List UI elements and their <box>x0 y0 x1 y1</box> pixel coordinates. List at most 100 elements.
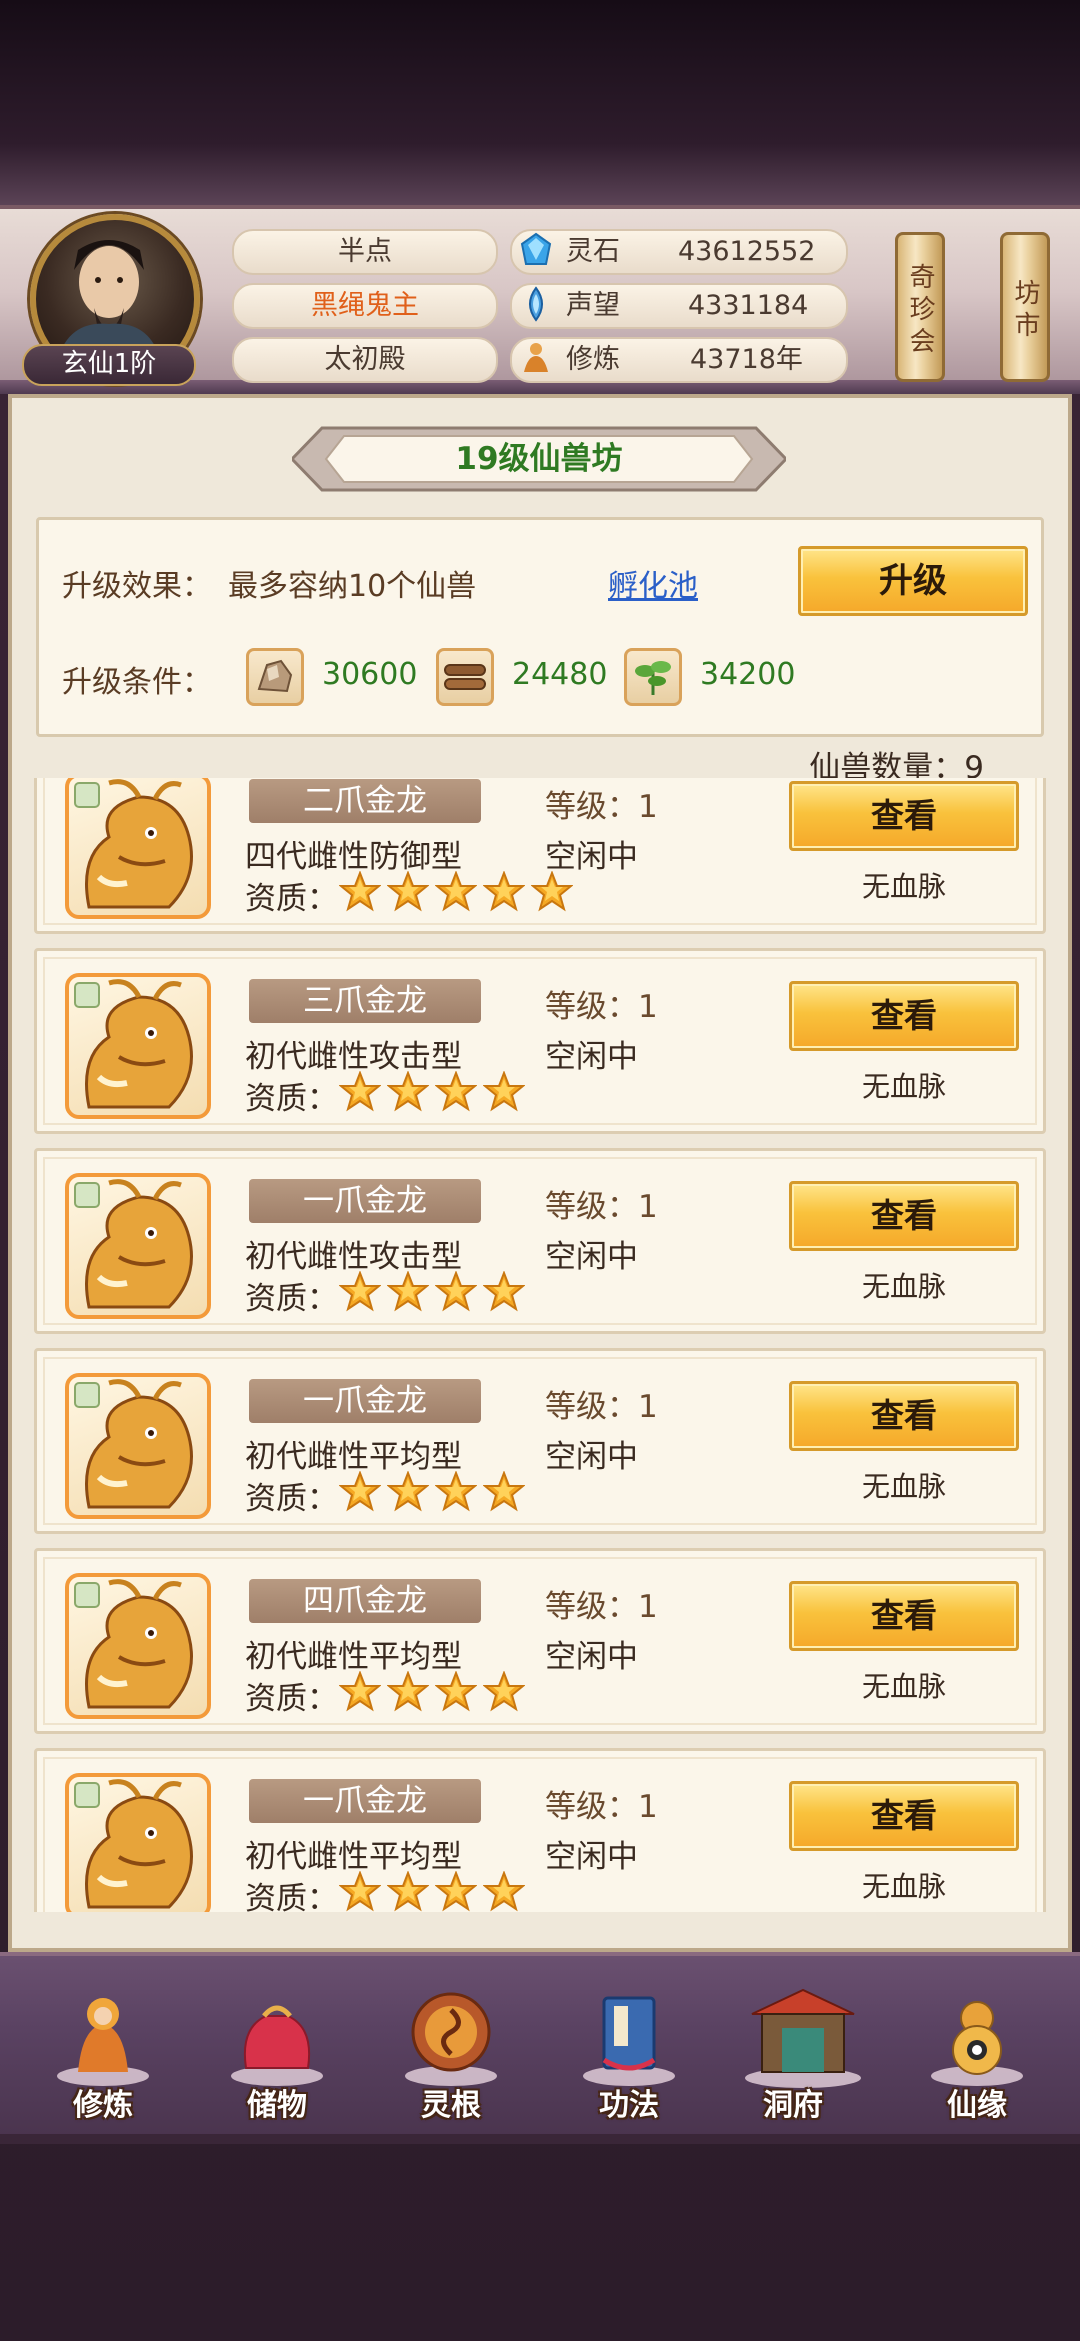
star-icon <box>338 1670 382 1712</box>
beast-quality-label: 资质： <box>245 1881 338 1912</box>
quality-star <box>386 1670 435 1717</box>
nav-technique[interactable]: 功法 <box>554 1980 704 2123</box>
star-icon <box>386 1470 430 1512</box>
panel-title: 19级仙兽坊 <box>455 441 623 477</box>
beast-portrait[interactable] <box>65 1773 211 1912</box>
nav-fortune[interactable]: 仙缘 <box>902 1980 1052 2123</box>
star-icon <box>482 870 526 912</box>
treasure-auction-button[interactable]: 奇珍会 <box>895 232 945 382</box>
beast-quality-stars <box>338 1870 531 1912</box>
cave-mansion-icon <box>745 1988 861 2088</box>
beast-level: 等级：1 <box>545 1781 658 1826</box>
view-beast-button[interactable]: 查看 <box>789 1181 1019 1251</box>
beast-type: 四代雌性防御型 <box>245 839 462 875</box>
beast-level: 等级：1 <box>545 781 658 826</box>
beast-row[interactable]: 一爪金龙 初代雌性平均型 资质： 等级：1 空闲中 查看 无血脉 <box>34 1348 1046 1534</box>
quality-star <box>434 1870 483 1912</box>
cultivation-label: 修炼 <box>566 344 620 375</box>
beast-type: 初代雌性攻击型 <box>245 1239 462 1275</box>
beast-status: 空闲中 <box>545 839 638 875</box>
player-sect[interactable]: 太初殿 <box>232 337 498 383</box>
player-name[interactable]: 半点 <box>232 229 498 275</box>
beast-portrait[interactable] <box>65 778 211 919</box>
beast-row[interactable]: 二爪金龙 四代雌性防御型 资质： 等级：1 空闲中 查看 无血脉 <box>34 778 1046 934</box>
beast-status: 空闲中 <box>545 1439 638 1475</box>
beast-level-value: 1 <box>638 989 658 1025</box>
star-icon <box>386 1070 430 1112</box>
beast-quality-label: 资质： <box>245 1681 338 1717</box>
beast-portrait[interactable] <box>65 1173 211 1319</box>
golden-dragon-icon <box>74 979 193 1109</box>
fortune-gourd-icon <box>931 2001 1023 2086</box>
nav-storage-label: 储物 <box>247 2088 307 2123</box>
star-icon <box>482 1070 526 1112</box>
nav-cultivate[interactable]: 修炼 <box>28 1980 178 2123</box>
beast-level-value: 1 <box>638 1789 658 1825</box>
beast-name: 二爪金龙 <box>249 779 481 823</box>
ore-icon <box>246 648 304 706</box>
beast-type: 初代雌性平均型 <box>245 1439 462 1475</box>
upgrade-effect-text: 最多容纳10个仙兽 <box>228 569 477 604</box>
beast-row[interactable]: 四爪金龙 初代雌性平均型 资质： 等级：1 空闲中 查看 无血脉 <box>34 1548 1046 1734</box>
upgrade-condition-label: 升级条件： <box>62 665 212 700</box>
beast-level: 等级：1 <box>545 1181 658 1226</box>
star-icon <box>434 1870 478 1912</box>
golden-dragon-icon <box>74 1779 193 1909</box>
quality-star <box>434 1670 483 1717</box>
star-icon <box>482 1670 526 1712</box>
wood-icon <box>436 648 494 706</box>
golden-dragon-icon <box>74 779 193 909</box>
beast-row[interactable]: 三爪金龙 初代雌性攻击型 资质： 等级：1 空闲中 查看 无血脉 <box>34 948 1046 1134</box>
view-beast-button[interactable]: 查看 <box>789 1781 1019 1851</box>
upgrade-button[interactable]: 升级 <box>798 546 1028 616</box>
star-icon <box>434 1070 478 1112</box>
star-icon <box>386 1670 430 1712</box>
beast-bloodline: 无血脉 <box>861 1670 946 1703</box>
quality-star <box>386 1270 435 1317</box>
quality-star <box>338 1470 387 1517</box>
quality-star <box>338 870 387 917</box>
hatching-pool-link[interactable]: 孵化池 <box>608 561 698 605</box>
quality-star <box>482 1270 531 1317</box>
material-ore-value: 30600 <box>322 657 418 692</box>
star-icon <box>386 870 430 912</box>
view-beast-button[interactable]: 查看 <box>789 1381 1019 1451</box>
market-button[interactable]: 坊市 <box>1000 232 1050 382</box>
beast-level: 等级：1 <box>545 981 658 1026</box>
star-icon <box>482 1270 526 1312</box>
beast-quality-label: 资质： <box>245 1281 338 1317</box>
player-title[interactable]: 黑绳鬼主 <box>232 283 498 329</box>
view-beast-button[interactable]: 查看 <box>789 1581 1019 1651</box>
cultivation-value: 43718年 <box>690 344 803 375</box>
beast-level-value: 1 <box>638 1389 658 1425</box>
nav-spirit-root[interactable]: 灵根 <box>376 1980 526 2123</box>
bottom-nav-rim <box>0 2134 1080 2144</box>
star-icon <box>434 1470 478 1512</box>
beast-row[interactable]: 一爪金龙 初代雌性平均型 资质： 等级：1 空闲中 查看 无血脉 <box>34 1748 1046 1912</box>
beast-list[interactable]: 二爪金龙 四代雌性防御型 资质： 等级：1 空闲中 查看 无血脉 三爪金龙 初代雌性攻击型 资质：… <box>34 778 1046 1912</box>
beast-level-label: 等级： <box>545 1789 638 1825</box>
spirit-stone-icon <box>520 232 552 265</box>
beast-level-value: 1 <box>638 789 658 825</box>
nav-storage[interactable]: 储物 <box>202 1980 352 2123</box>
beast-row[interactable]: 一爪金龙 初代雌性攻击型 资质： 等级：1 空闲中 查看 无血脉 <box>34 1148 1046 1334</box>
beast-type: 初代雌性平均型 <box>245 1839 462 1875</box>
star-icon <box>482 1870 526 1912</box>
nav-cave-mansion[interactable]: 洞府 <box>728 1980 878 2123</box>
beast-portrait[interactable] <box>65 1373 211 1519</box>
beast-level-label: 等级： <box>545 989 638 1025</box>
view-beast-button[interactable]: 查看 <box>789 981 1019 1051</box>
star-icon <box>338 1070 382 1112</box>
quality-star <box>530 870 579 917</box>
reputation-value: 4331184 <box>688 290 809 321</box>
star-icon <box>482 1470 526 1512</box>
beast-quality-label: 资质： <box>245 1081 338 1117</box>
star-icon <box>338 1470 382 1512</box>
top-backdrop <box>0 0 1080 205</box>
star-icon <box>338 1270 382 1312</box>
beast-name: 三爪金龙 <box>249 979 481 1023</box>
beast-portrait[interactable] <box>65 973 211 1119</box>
beast-portrait[interactable] <box>65 1573 211 1719</box>
quality-star <box>386 1870 435 1912</box>
view-beast-button[interactable]: 查看 <box>789 781 1019 851</box>
